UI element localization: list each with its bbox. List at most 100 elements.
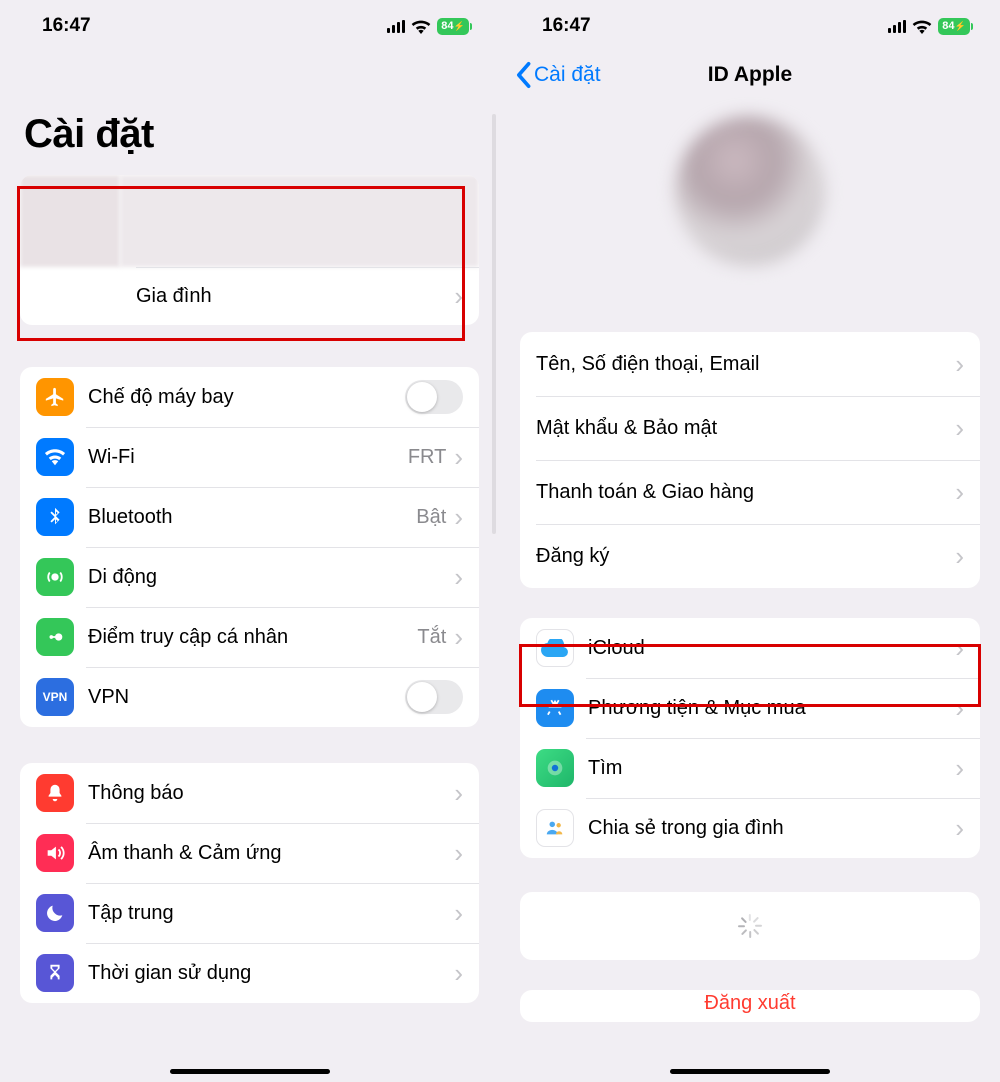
vpn-row[interactable]: VPN VPN xyxy=(20,667,479,727)
find-my-row[interactable]: Tìm › xyxy=(520,738,980,798)
profile-name-blurred xyxy=(120,175,479,267)
vpn-label: VPN xyxy=(88,686,405,709)
home-indicator[interactable] xyxy=(170,1069,330,1074)
battery-icon: 84⚡ xyxy=(938,18,970,35)
signout-label: Đăng xuất xyxy=(704,992,795,1014)
cellular-signal-icon xyxy=(888,20,907,33)
chevron-right-icon: › xyxy=(454,444,463,470)
wifi-icon xyxy=(411,19,431,34)
airplane-icon xyxy=(36,378,74,416)
chevron-right-icon: › xyxy=(955,695,964,721)
focus-label: Tập trung xyxy=(88,902,454,925)
status-right: 84⚡ xyxy=(387,18,470,35)
back-label: Cài đặt xyxy=(534,63,601,87)
profile-card[interactable]: Gia đình › xyxy=(20,175,479,325)
network-section: Chế độ máy bay Wi-Fi FRT › Bluetooth Bật… xyxy=(20,367,479,727)
airplane-toggle[interactable] xyxy=(405,380,463,414)
password-security-row[interactable]: Mật khẩu & Bảo mật › xyxy=(520,396,980,460)
avatar[interactable] xyxy=(675,116,825,266)
avatar xyxy=(20,175,120,267)
battery-icon: 84⚡ xyxy=(437,18,469,35)
hotspot-icon xyxy=(36,618,74,656)
wifi-row[interactable]: Wi-Fi FRT › xyxy=(20,427,479,487)
family-row[interactable]: Gia đình › xyxy=(20,267,479,325)
row-label: Thanh toán & Giao hàng xyxy=(536,481,955,504)
chevron-right-icon: › xyxy=(955,815,964,841)
wifi-icon xyxy=(912,19,932,34)
status-bar: 16:47 84⚡ xyxy=(500,0,1000,52)
family-label: Gia đình xyxy=(136,285,212,308)
family-sharing-row[interactable]: Chia sẻ trong gia đình › xyxy=(520,798,980,858)
apple-id-screen: 16:47 84⚡ Cài đặt ID Apple Tên, Số điện … xyxy=(500,0,1000,1082)
account-section: Tên, Số điện thoại, Email › Mật khẩu & B… xyxy=(520,332,980,588)
chevron-right-icon: › xyxy=(454,840,463,866)
sounds-row[interactable]: Âm thanh & Cảm ứng › xyxy=(20,823,479,883)
appstore-icon xyxy=(536,689,574,727)
vpn-icon: VPN xyxy=(36,678,74,716)
loading-row xyxy=(520,892,980,960)
chevron-right-icon: › xyxy=(454,564,463,590)
loading-section xyxy=(520,892,980,960)
subscriptions-row[interactable]: Đăng ký › xyxy=(520,524,980,588)
chevron-right-icon: › xyxy=(955,415,964,441)
chevron-right-icon: › xyxy=(454,960,463,986)
family-label: Chia sẻ trong gia đình xyxy=(588,817,955,840)
hotspot-row[interactable]: Điểm truy cập cá nhân Tắt › xyxy=(20,607,479,667)
chevron-right-icon: › xyxy=(955,635,964,661)
row-label: Mật khẩu & Bảo mật xyxy=(536,417,955,440)
wifi-label: Wi-Fi xyxy=(88,446,408,469)
chevron-right-icon: › xyxy=(454,624,463,650)
media-purchases-row[interactable]: Phương tiện & Mục mua › xyxy=(520,678,980,738)
notifications-label: Thông báo xyxy=(88,782,454,805)
sounds-label: Âm thanh & Cảm ứng xyxy=(88,842,454,865)
bluetooth-label: Bluetooth xyxy=(88,506,416,529)
vpn-toggle[interactable] xyxy=(405,680,463,714)
hotspot-value: Tắt xyxy=(417,626,446,649)
cloud-icon xyxy=(536,629,574,667)
status-time: 16:47 xyxy=(542,15,591,37)
bluetooth-value: Bật xyxy=(416,506,446,529)
find-my-icon xyxy=(536,749,574,787)
chevron-right-icon: › xyxy=(454,900,463,926)
bluetooth-icon xyxy=(36,498,74,536)
status-right: 84⚡ xyxy=(888,18,971,35)
nav-header: Cài đặt ID Apple xyxy=(500,52,1000,98)
bell-icon xyxy=(36,774,74,812)
chevron-right-icon: › xyxy=(955,755,964,781)
family-icon xyxy=(536,809,574,847)
avatar-container xyxy=(500,98,1000,296)
bluetooth-row[interactable]: Bluetooth Bật › xyxy=(20,487,479,547)
chevron-right-icon: › xyxy=(955,479,964,505)
icloud-row[interactable]: iCloud › xyxy=(520,618,980,678)
settings-screen: 16:47 84⚡ Cài đặt Gia đình › Chế độ máy … xyxy=(0,0,500,1082)
icloud-label: iCloud xyxy=(588,637,955,660)
chevron-right-icon: › xyxy=(955,543,964,569)
chevron-right-icon: › xyxy=(454,780,463,806)
notifications-row[interactable]: Thông báo › xyxy=(20,763,479,823)
focus-row[interactable]: Tập trung › xyxy=(20,883,479,943)
back-button[interactable]: Cài đặt xyxy=(514,61,601,89)
payment-shipping-row[interactable]: Thanh toán & Giao hàng › xyxy=(520,460,980,524)
airplane-row[interactable]: Chế độ máy bay xyxy=(20,367,479,427)
home-indicator[interactable] xyxy=(670,1069,830,1074)
row-label: Tên, Số điện thoại, Email xyxy=(536,353,955,376)
name-phone-email-row[interactable]: Tên, Số điện thoại, Email › xyxy=(520,332,980,396)
hourglass-icon xyxy=(36,954,74,992)
cellular-label: Di động xyxy=(88,566,454,589)
hotspot-label: Điểm truy cập cá nhân xyxy=(88,626,417,649)
chevron-right-icon: › xyxy=(955,351,964,377)
speaker-icon xyxy=(36,834,74,872)
notifications-section: Thông báo › Âm thanh & Cảm ứng › Tập tru… xyxy=(20,763,479,1003)
cellular-icon xyxy=(36,558,74,596)
screentime-row[interactable]: Thời gian sử dụng › xyxy=(20,943,479,1003)
airplane-label: Chế độ máy bay xyxy=(88,386,405,409)
chevron-left-icon xyxy=(514,61,532,89)
scrollbar[interactable] xyxy=(492,114,496,534)
wifi-row-icon xyxy=(36,438,74,476)
status-bar: 16:47 84⚡ xyxy=(0,0,499,52)
cellular-row[interactable]: Di động › xyxy=(20,547,479,607)
chevron-right-icon: › xyxy=(454,504,463,530)
signout-button[interactable]: Đăng xuất xyxy=(520,990,980,1022)
spinner-icon xyxy=(738,914,762,938)
wifi-value: FRT xyxy=(408,446,447,469)
